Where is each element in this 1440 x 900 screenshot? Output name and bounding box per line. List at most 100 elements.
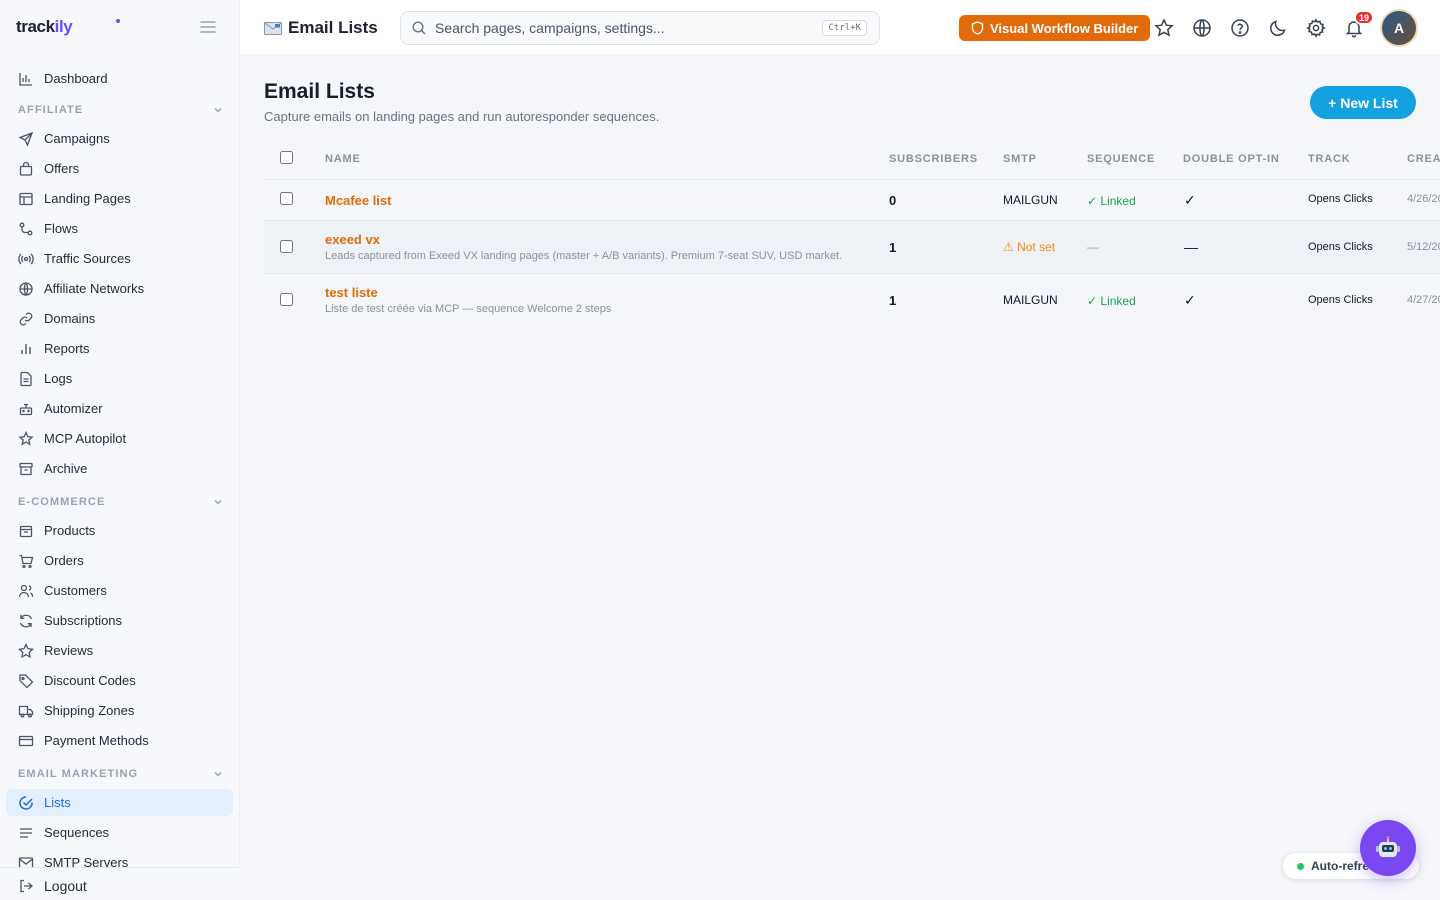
sparkle-icon bbox=[18, 430, 34, 447]
table-row[interactable]: Mcafee list 0 MAILGUN ✓ Linked ✓ Opens C… bbox=[264, 180, 1440, 221]
robot-icon bbox=[1373, 833, 1403, 863]
subscriber-count: 0 bbox=[889, 193, 897, 208]
sidebar-item-archive[interactable]: Archive bbox=[6, 455, 233, 482]
check-circle-icon bbox=[18, 795, 34, 811]
track-settings: Opens Clicks bbox=[1308, 241, 1373, 253]
table-header: NAME SUBSCRIBERS SMTP SEQUENCE DOUBLE OP… bbox=[264, 140, 1440, 180]
gear-icon[interactable] bbox=[1305, 17, 1327, 39]
sequence-status: ✓ Linked bbox=[1087, 294, 1136, 308]
envelope-icon bbox=[264, 21, 282, 35]
sidebar-item-mcp-autopilot[interactable]: MCP Autopilot bbox=[6, 425, 233, 452]
sidebar-item-orders[interactable]: Orders bbox=[6, 547, 233, 574]
sidebar-item-automizer[interactable]: Automizer bbox=[6, 395, 233, 422]
notification-badge: 19 bbox=[1354, 10, 1375, 25]
cart-icon bbox=[18, 553, 34, 569]
smtp-provider: MAILGUN bbox=[1003, 193, 1058, 207]
box-icon bbox=[18, 523, 34, 539]
sidebar-item-reviews[interactable]: Reviews bbox=[6, 637, 233, 664]
column-header-sequence[interactable]: SEQUENCE bbox=[1087, 153, 1155, 165]
double-optin-status: ✓ bbox=[1184, 192, 1196, 208]
moon-icon[interactable] bbox=[1267, 17, 1289, 39]
double-optin-status: ✓ bbox=[1184, 292, 1196, 308]
sidebar-item-domains[interactable]: Domains bbox=[6, 305, 233, 332]
column-header-subscribers[interactable]: SUBSCRIBERS bbox=[889, 153, 978, 165]
star-icon[interactable] bbox=[1153, 17, 1175, 39]
avatar[interactable]: A bbox=[1382, 11, 1416, 45]
sidebar-item-offers[interactable]: Offers bbox=[6, 155, 233, 182]
search-icon bbox=[411, 20, 427, 36]
search-input[interactable] bbox=[435, 20, 823, 36]
brand-dot bbox=[116, 19, 120, 23]
column-header-name[interactable]: NAME bbox=[325, 153, 361, 165]
sidebar-item-sequences[interactable]: Sequences bbox=[6, 819, 233, 846]
archive-icon bbox=[18, 461, 34, 477]
select-all-checkbox[interactable] bbox=[280, 151, 293, 164]
assistant-robot-button[interactable] bbox=[1360, 820, 1416, 876]
sequence-status: ✓ Linked bbox=[1087, 194, 1136, 208]
sequence-status: — bbox=[1087, 240, 1099, 254]
sidebar-item-shipping-zones[interactable]: Shipping Zones bbox=[6, 697, 233, 724]
column-header-track[interactable]: TRACK bbox=[1308, 153, 1351, 165]
section-e-commerce[interactable]: E-COMMERCE bbox=[18, 494, 223, 510]
sidebar-item-lists[interactable]: Lists bbox=[6, 789, 233, 816]
hamburger-icon[interactable] bbox=[199, 18, 217, 36]
email-lists-table: NAME SUBSCRIBERS SMTP SEQUENCE DOUBLE OP… bbox=[264, 140, 1440, 327]
row-checkbox[interactable] bbox=[280, 192, 293, 205]
row-checkbox[interactable] bbox=[280, 240, 293, 253]
search-shortcut-hint: Ctrl+K bbox=[822, 20, 867, 36]
search-bar[interactable]: Ctrl+K bbox=[400, 11, 880, 45]
list-name-link[interactable]: exeed vx bbox=[325, 232, 380, 247]
status-dot bbox=[1297, 862, 1304, 870]
new-list-button[interactable]: + New List bbox=[1310, 86, 1416, 119]
broadcast-icon bbox=[18, 251, 34, 267]
card-icon bbox=[18, 733, 34, 749]
table-row[interactable]: exeed vx Leads captured from Exeed VX la… bbox=[264, 221, 1440, 274]
logout-area: Logout bbox=[0, 867, 240, 900]
logout-button[interactable]: Logout bbox=[6, 872, 233, 899]
smtp-provider: MAILGUN bbox=[1003, 293, 1058, 307]
sidebar-item-discount-codes[interactable]: Discount Codes bbox=[6, 667, 233, 694]
list-name-link[interactable]: test liste bbox=[325, 285, 378, 300]
robot-icon bbox=[18, 401, 34, 417]
chevron-down-icon bbox=[213, 769, 223, 779]
page-title: Email Lists bbox=[264, 80, 375, 103]
list-description: Leads captured from Exeed VX landing pag… bbox=[325, 250, 843, 262]
table-row[interactable]: test liste Liste de test créée via MCP —… bbox=[264, 274, 1440, 327]
brand-logo[interactable]: trackily bbox=[16, 17, 73, 37]
section-email-marketing[interactable]: EMAIL MARKETING bbox=[18, 766, 223, 782]
layout-icon bbox=[18, 191, 34, 207]
sidebar-item-payment-methods[interactable]: Payment Methods bbox=[6, 727, 233, 754]
track-settings: Opens Clicks bbox=[1308, 294, 1373, 306]
column-header-smtp[interactable]: SMTP bbox=[1003, 153, 1037, 165]
sidebar-item-campaigns[interactable]: Campaigns bbox=[6, 125, 233, 152]
sidebar-item-landing-pages[interactable]: Landing Pages bbox=[6, 185, 233, 212]
sidebar-item-reports[interactable]: Reports bbox=[6, 335, 233, 362]
sidebar-item-customers[interactable]: Customers bbox=[6, 577, 233, 604]
sidebar-item-subscriptions[interactable]: Subscriptions bbox=[6, 607, 233, 634]
double-optin-status: — bbox=[1184, 239, 1198, 255]
list-description: Liste de test créée via MCP — sequence W… bbox=[325, 303, 612, 315]
list-name-link[interactable]: Mcafee list bbox=[325, 193, 391, 208]
sidebar-item-flows[interactable]: Flows bbox=[6, 215, 233, 242]
row-checkbox[interactable] bbox=[280, 293, 293, 306]
sidebar-item-traffic-sources[interactable]: Traffic Sources bbox=[6, 245, 233, 272]
flow-icon bbox=[18, 221, 34, 237]
column-header-double-opt-in[interactable]: DOUBLE OPT-IN bbox=[1183, 153, 1280, 165]
logout-icon bbox=[18, 878, 34, 894]
created-date: 4/26/2026 bbox=[1407, 193, 1440, 205]
sidebar-item-affiliate-networks[interactable]: Affiliate Networks bbox=[6, 275, 233, 302]
chevron-down-icon bbox=[213, 105, 223, 115]
chevron-down-icon bbox=[213, 497, 223, 507]
sidebar-item-products[interactable]: Products bbox=[6, 517, 233, 544]
globe-icon[interactable] bbox=[1191, 17, 1213, 39]
visual-workflow-builder-button[interactable]: Visual Workflow Builder bbox=[959, 15, 1151, 41]
help-icon[interactable] bbox=[1229, 17, 1251, 39]
column-header-created[interactable]: CREATED bbox=[1407, 153, 1440, 165]
lines-icon bbox=[18, 825, 34, 841]
sidebar-item-logs[interactable]: Logs bbox=[6, 365, 233, 392]
send-icon bbox=[18, 131, 34, 147]
sidebar: trackily Dashboard AFFILIATE Campaigns O… bbox=[0, 0, 240, 900]
sidebar-item-dashboard[interactable]: Dashboard bbox=[6, 65, 233, 92]
section-affiliate[interactable]: AFFILIATE bbox=[18, 102, 223, 118]
track-settings: Opens Clicks bbox=[1308, 193, 1373, 205]
